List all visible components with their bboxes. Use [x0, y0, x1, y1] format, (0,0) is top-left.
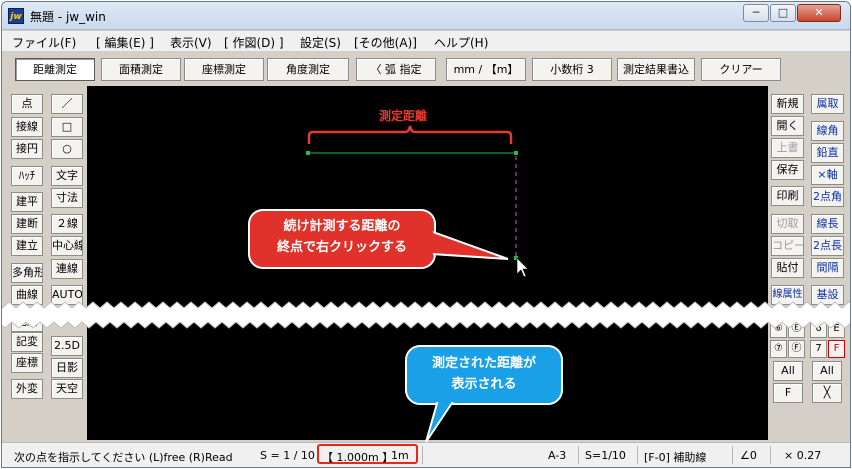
- tool-center-line[interactable]: 中心線: [51, 236, 83, 256]
- file-save-button[interactable]: 保存: [771, 160, 804, 180]
- tool-architectural-plan[interactable]: 建平: [11, 192, 43, 212]
- clear-button[interactable]: クリアー: [701, 58, 781, 81]
- perpendicular-button[interactable]: 鉛直: [811, 143, 844, 163]
- status-separator: [770, 446, 771, 464]
- angle-measure-button[interactable]: 角度測定: [267, 58, 349, 81]
- tool-architectural-section[interactable]: 建断: [11, 214, 43, 234]
- unit-toggle-button[interactable]: mm / 【m】: [446, 58, 526, 81]
- app-icon: jw: [8, 8, 24, 24]
- decimal-places-button[interactable]: 小数桁 3: [532, 58, 612, 81]
- status-scale: S = 1 / 10: [260, 449, 315, 462]
- app-window: jw 無題 - jw_win ─ □ ✕ ファイル(F) [ 編集(E) ] 表…: [1, 1, 851, 468]
- layer-all-button[interactable]: All: [812, 361, 842, 381]
- layer-group-all-button[interactable]: All: [773, 361, 803, 381]
- measured-distance-label: 測定距離: [379, 109, 428, 123]
- status-instruction: 次の点を指示してください (L)free (R)Read: [14, 451, 233, 464]
- layer-f-button[interactable]: F: [828, 340, 845, 358]
- status-angle[interactable]: ∠0: [740, 449, 757, 462]
- tool-sky-factor[interactable]: 天空: [51, 379, 83, 399]
- attribute-pick-button[interactable]: 属取: [811, 94, 844, 114]
- maximize-button[interactable]: □: [770, 4, 796, 22]
- cut-button[interactable]: 切取: [771, 214, 804, 234]
- status-separator: [732, 446, 733, 464]
- layer-f-current-button[interactable]: F: [773, 383, 803, 403]
- tool-hatch[interactable]: ﾊｯﾁ: [11, 166, 43, 186]
- status-separator: [578, 446, 579, 464]
- menu-draw[interactable]: [ 作図(D) ]: [224, 34, 284, 51]
- area-measure-button[interactable]: 面積測定: [101, 58, 181, 81]
- menu-other[interactable]: [その他(A)]: [354, 34, 417, 51]
- status-bar: 次の点を指示してください (L)free (R)Read S = 1 / 10 …: [2, 442, 850, 467]
- tool-point[interactable]: 点: [11, 94, 43, 114]
- callout-right-click-line2: 終点で右クリックする: [276, 240, 407, 255]
- window-title: 無題 - jw_win: [30, 10, 106, 24]
- menu-help[interactable]: ヘルプ(H): [434, 34, 488, 51]
- tool-external-change[interactable]: 外変: [11, 379, 43, 399]
- status-separator: [422, 446, 423, 464]
- tool-sun-shadow[interactable]: 日影: [51, 358, 83, 378]
- menu-file[interactable]: ファイル(F): [12, 34, 76, 51]
- status-measurement: 【 1.000m 】: [322, 451, 394, 464]
- x-axis-button[interactable]: ×軸: [811, 165, 844, 185]
- menu-settings[interactable]: 設定(S): [300, 34, 341, 51]
- menu-view[interactable]: 表示(V): [170, 34, 212, 51]
- arc-specify-button[interactable]: 〈 弧 指定: [356, 58, 436, 81]
- line-length-button[interactable]: 線長: [811, 214, 844, 234]
- tool-dimension[interactable]: 寸法: [51, 188, 83, 208]
- tool-2-5d[interactable]: 2.5D: [51, 336, 83, 356]
- layer-cross-button[interactable]: ╳: [812, 383, 842, 403]
- coordinate-measure-button[interactable]: 座標測定: [184, 58, 264, 81]
- tool-coordinate-file[interactable]: 座標: [11, 353, 43, 373]
- measured-distance-brace: [307, 125, 513, 144]
- distance-measure-button[interactable]: 距離測定: [15, 58, 95, 81]
- print-button[interactable]: 印刷: [771, 186, 804, 206]
- tool-rectangle-icon[interactable]: □: [51, 117, 83, 137]
- mouse-pointer-icon: [516, 257, 529, 278]
- line-angle-button[interactable]: 線角: [811, 121, 844, 141]
- title-bar: jw 無題 - jw_win ─ □ ✕: [2, 2, 850, 30]
- file-new-button[interactable]: 新規: [771, 94, 804, 114]
- layer-7-button[interactable]: 7: [810, 340, 827, 358]
- tool-architectural-elevation[interactable]: 建立: [11, 236, 43, 256]
- layer-group-f-button[interactable]: Ⓕ: [788, 340, 805, 358]
- file-open-button[interactable]: 開く: [771, 116, 804, 136]
- callout-result-line2: 表示される: [451, 377, 517, 392]
- tool-symbol-change[interactable]: 記変: [11, 332, 43, 352]
- status-separator: [637, 446, 638, 464]
- menu-edit[interactable]: [ 編集(E) ]: [96, 34, 154, 51]
- tool-tangent-line[interactable]: 接線: [11, 117, 43, 137]
- tool-text[interactable]: 文字: [51, 166, 83, 186]
- measure-toolbar: 距離測定 面積測定 座標測定 角度測定 〈 弧 指定 mm / 【m】 小数桁 …: [2, 53, 850, 85]
- tool-tangent-circle[interactable]: 接円: [11, 139, 43, 159]
- tool-circle-icon[interactable]: ○: [51, 139, 83, 159]
- paste-button[interactable]: 貼付: [771, 258, 804, 278]
- two-point-length-button[interactable]: 2点長: [811, 236, 844, 256]
- tear-separator: [2, 301, 850, 329]
- callout-right-click-line1: 続け計測する距離の: [283, 219, 401, 234]
- status-layer[interactable]: [F-0] 補助線: [644, 449, 706, 465]
- two-point-angle-button[interactable]: 2点角: [811, 187, 844, 207]
- status-sheet-size[interactable]: A-3: [548, 449, 566, 462]
- status-measurement-unit: 1m: [391, 449, 409, 462]
- tool-double-line[interactable]: ２線: [51, 214, 83, 234]
- copy-button[interactable]: コピー: [771, 236, 804, 256]
- menu-bar: ファイル(F) [ 編集(E) ] 表示(V) [ 作図(D) ] 設定(S) …: [2, 31, 850, 52]
- callout-result-line1: 測定された距離が: [431, 356, 536, 371]
- mid-point-marker: [514, 151, 518, 155]
- tool-line-icon[interactable]: ／: [51, 94, 83, 114]
- layer-group-7-button[interactable]: ⑦: [770, 340, 787, 358]
- status-sheet-scale[interactable]: S=1/10: [585, 449, 626, 462]
- status-factor[interactable]: × 0.27: [784, 449, 821, 462]
- tool-polygon[interactable]: 多角形: [11, 263, 43, 283]
- start-point-marker: [306, 151, 310, 155]
- minimize-button[interactable]: ─: [743, 4, 769, 22]
- interval-button[interactable]: 間隔: [811, 258, 844, 278]
- write-result-button[interactable]: 測定結果書込: [617, 58, 695, 81]
- file-overwrite-button[interactable]: 上書: [771, 138, 804, 158]
- tool-connect-line[interactable]: 連線: [51, 259, 83, 279]
- close-button[interactable]: ✕: [797, 4, 841, 22]
